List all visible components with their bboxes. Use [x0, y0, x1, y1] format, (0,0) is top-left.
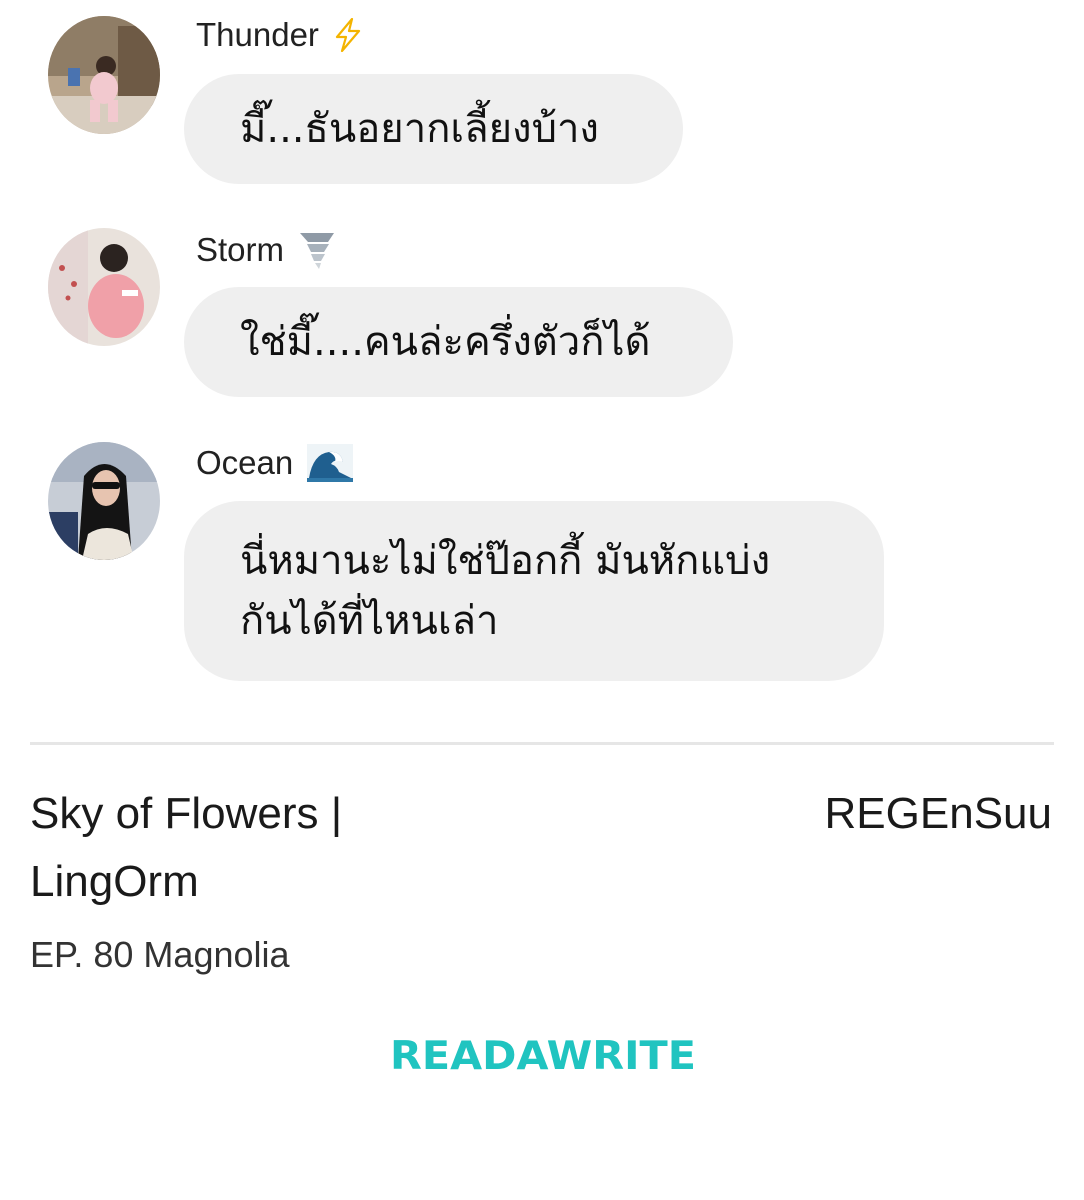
avatar-storm-photo [48, 228, 160, 346]
author-name[interactable]: REGEnSuu [825, 780, 1052, 848]
sender-name-text: Storm [196, 231, 285, 269]
sender-name-text: Thunder [196, 16, 319, 54]
avatar-ocean[interactable] [48, 442, 160, 560]
story-title[interactable]: Sky of Flowers | LingOrm [30, 780, 550, 916]
avatar-thunder[interactable] [48, 16, 160, 134]
message-text: ใช่มี๊....คนล่ะครึ่งตัวก็ได้ [240, 319, 651, 365]
message-text: มี๊...ธันอยากเลี้ยงบ้าง [240, 106, 599, 152]
message-bubble[interactable]: ใช่มี๊....คนล่ะครึ่งตัวก็ได้ [184, 287, 733, 397]
avatar-thunder-photo [48, 16, 160, 134]
sender-name-text: Ocean [196, 444, 294, 482]
message-bubble[interactable]: นี่หมานะไม่ใช่ป๊อกกี้ มันหักแบ่ง กันได้ท… [184, 501, 884, 681]
svg-text:READAWRITE: READAWRITE [390, 1034, 696, 1079]
story-title-line: LingOrm [30, 857, 199, 906]
readawrite-logo-graphic: READAWRITE [390, 1034, 696, 1079]
divider [30, 742, 1054, 745]
message-bubble[interactable]: มี๊...ธันอยากเลี้ยงบ้าง [184, 74, 683, 184]
tornado-icon [298, 230, 336, 275]
episode-label: EP. 80 Magnolia [30, 934, 290, 975]
wave-icon [307, 444, 354, 487]
avatar-ocean-photo [48, 442, 160, 560]
sender-name-storm: Storm [196, 230, 336, 275]
sender-name-thunder: Thunder [196, 16, 363, 57]
message-text-line: นี่หมานะไม่ใช่ป๊อกกี้ มันหักแบ่ง [240, 538, 771, 584]
readawrite-logo: READAWRITE [390, 1020, 696, 1080]
message-text-line: กันได้ที่ไหนเล่า [240, 598, 499, 644]
lightning-icon [333, 17, 363, 57]
avatar-storm[interactable] [48, 228, 160, 346]
message-text: นี่หมานะไม่ใช่ป๊อกกี้ มันหักแบ่ง กันได้ท… [240, 531, 770, 651]
story-title-line: Sky of Flowers | [30, 789, 343, 838]
sender-name-ocean: Ocean [196, 444, 354, 487]
